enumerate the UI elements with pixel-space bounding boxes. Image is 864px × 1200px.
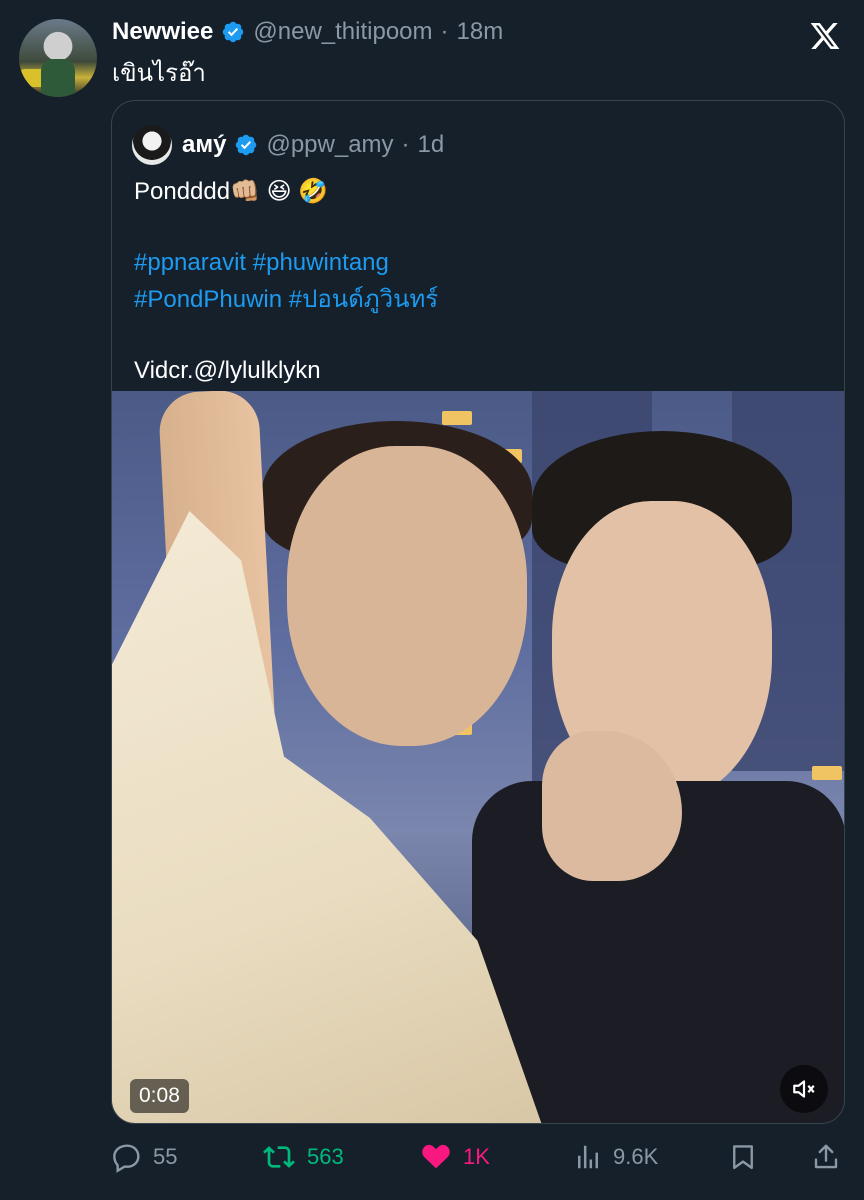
author-handle[interactable]: @new_thitipoom xyxy=(253,18,432,46)
hashtag-link[interactable]: #PondPhuwin xyxy=(134,286,282,313)
mute-icon xyxy=(793,1080,815,1098)
hashtag-link[interactable]: #ปอนด์ภูวินทร์ xyxy=(289,286,438,313)
quoted-author-display-name[interactable]: aмý xyxy=(182,131,226,159)
hashtag-line-1: #ppnaravit #phuwintang xyxy=(134,244,824,281)
hashtag-link[interactable]: #ppnaravit xyxy=(134,249,246,276)
reply-button[interactable]: 55 xyxy=(111,1135,177,1179)
quoted-text-line: Pondddd👊🏼 😆 🤣 xyxy=(134,178,329,205)
repost-button[interactable]: 563 xyxy=(261,1135,344,1179)
quoted-author-avatar[interactable] xyxy=(132,125,172,165)
tweet-header: Newwiee @new_thitipoom · 18m xyxy=(112,16,503,48)
tweet-action-bar: 55 563 1K 9.6K xyxy=(111,1135,845,1179)
tweet-timestamp[interactable]: 18m xyxy=(457,18,504,46)
views-icon xyxy=(578,1145,598,1169)
video-duration-badge: 0:08 xyxy=(130,1079,189,1113)
repost-count: 563 xyxy=(307,1144,344,1169)
hashtag-line-2: #PondPhuwin #ปอนด์ภูวินทร์ xyxy=(134,281,824,318)
views-button[interactable]: 9.6K xyxy=(573,1135,658,1179)
quoted-header-separator: · xyxy=(401,131,410,158)
share-icon xyxy=(814,1144,838,1169)
like-count: 1K xyxy=(463,1144,490,1169)
quoted-tweet-body: Pondddd👊🏼 😆 🤣 #ppnaravit #phuwintang #Po… xyxy=(134,173,824,389)
x-logo-icon[interactable] xyxy=(808,20,842,52)
mute-button[interactable] xyxy=(780,1065,828,1113)
header-separator: · xyxy=(440,18,449,45)
repost-icon xyxy=(263,1146,295,1168)
author-avatar[interactable] xyxy=(19,19,97,97)
quoted-timestamp[interactable]: 1d xyxy=(418,131,445,159)
video-credit-text: Vidcr.@/lylulklykn xyxy=(134,357,321,384)
avatar-person-shape xyxy=(41,59,75,97)
quoted-author-handle[interactable]: @ppw_amy xyxy=(266,131,393,159)
like-icon xyxy=(422,1144,450,1169)
author-display-name[interactable]: Newwiee xyxy=(112,18,213,46)
quoted-tweet-card[interactable]: aмý @ppw_amy · 1d Pondddd👊🏼 😆 🤣 #ppnarav… xyxy=(111,100,845,1124)
reply-count: 55 xyxy=(153,1144,178,1169)
verified-badge-icon xyxy=(236,134,257,156)
bookmark-icon xyxy=(733,1145,753,1170)
verified-badge-icon xyxy=(223,21,244,43)
window-light xyxy=(442,411,472,425)
tweet-text: เขินไรอ๊า xyxy=(112,60,206,87)
share-button[interactable] xyxy=(811,1135,841,1179)
quoted-tweet-header: aмý @ppw_amy · 1d xyxy=(132,125,444,165)
like-button[interactable]: 1K xyxy=(419,1135,490,1179)
bookmark-button[interactable] xyxy=(728,1135,758,1179)
video-player[interactable]: 0:08 xyxy=(112,391,844,1123)
hashtag-link[interactable]: #phuwintang xyxy=(253,249,389,276)
window-light xyxy=(812,766,842,780)
video-person-left-face xyxy=(287,446,527,746)
views-count: 9.6K xyxy=(613,1144,659,1169)
reply-icon xyxy=(113,1144,140,1173)
